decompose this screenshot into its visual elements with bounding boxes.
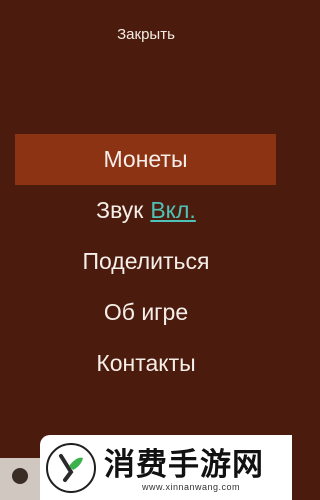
watermark-logo-icon xyxy=(46,443,96,493)
sound-label: Звук xyxy=(96,197,144,223)
menu-item-coins[interactable]: Монеты xyxy=(15,134,276,185)
watermark-title: 消费手游网 xyxy=(104,447,264,483)
close-button[interactable]: Закрыть xyxy=(0,26,292,43)
menu-item-sound[interactable]: Звук Вкл. xyxy=(0,185,292,236)
bottom-thumbnail xyxy=(0,458,40,500)
menu-list: Монеты Звук Вкл. Поделиться Об игре Конта… xyxy=(0,134,292,389)
menu-item-share[interactable]: Поделиться xyxy=(0,236,292,287)
watermark: 消费手游网 www.xinnanwang.com xyxy=(40,435,292,500)
watermark-url: www.xinnanwang.com xyxy=(142,482,241,492)
menu-item-about[interactable]: Об игре xyxy=(0,287,292,338)
sound-toggle[interactable]: Вкл. xyxy=(150,197,195,223)
menu-item-contacts[interactable]: Контакты xyxy=(0,338,292,389)
